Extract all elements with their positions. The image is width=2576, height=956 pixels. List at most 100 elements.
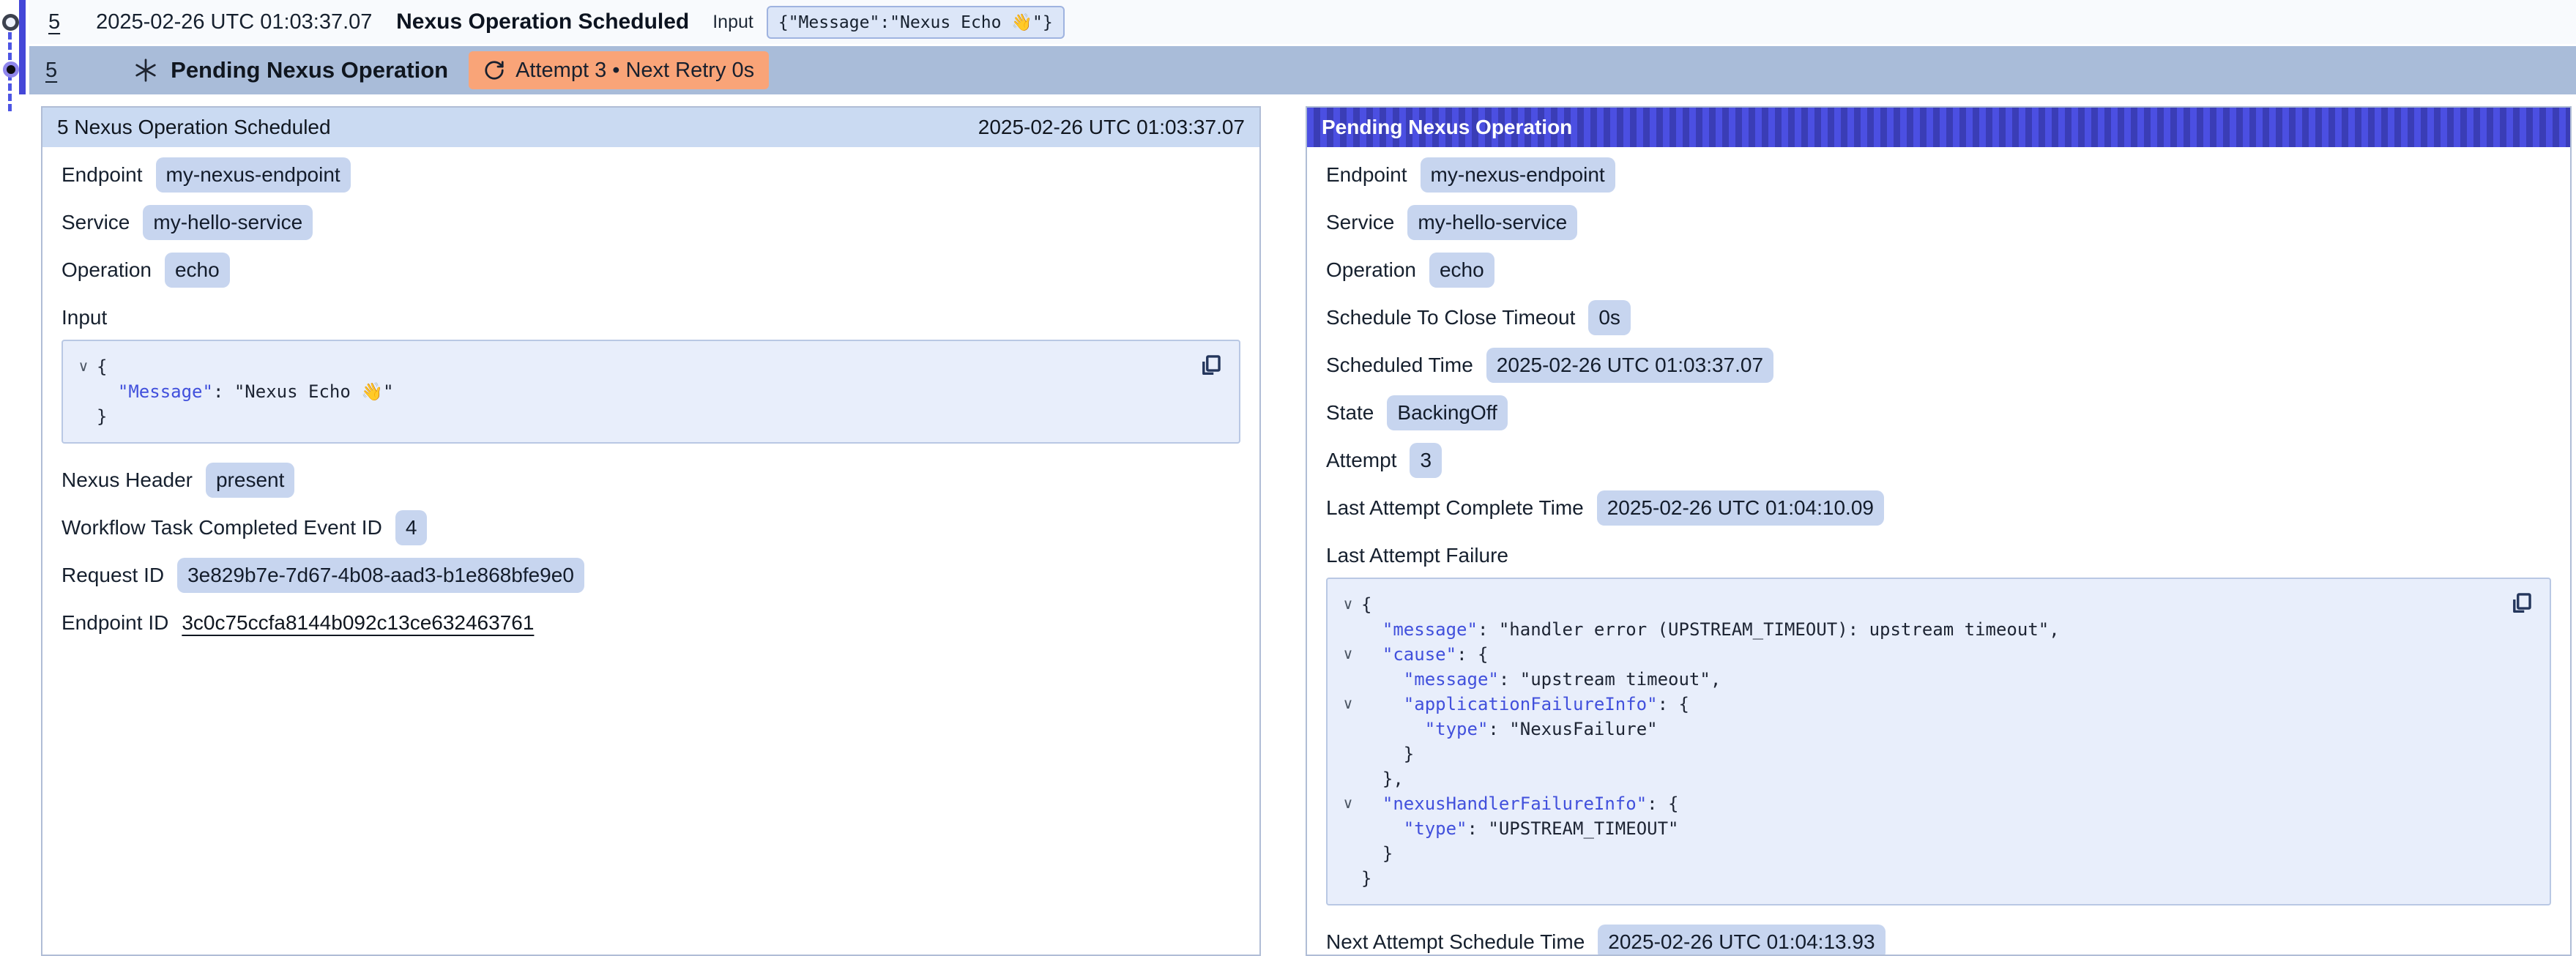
timeline-active-bar — [19, 0, 26, 94]
code-gutter — [1335, 816, 1361, 841]
code-gutter — [1335, 617, 1361, 642]
code-line-text: "type": "NexusFailure" — [1361, 717, 1658, 742]
code-gutter — [70, 379, 97, 404]
collapse-chevron-icon[interactable]: ∨ — [1335, 642, 1361, 667]
field-label: Operation — [62, 258, 152, 282]
endpoint-id-label: Endpoint ID — [62, 611, 168, 635]
event-fields-bottom: Nexus Header present Workflow Task Complet… — [62, 463, 1240, 593]
field-label: Operation — [1326, 258, 1416, 282]
code-line-text: { — [97, 354, 107, 379]
code-line: ∨ "applicationFailureInfo": { — [1335, 692, 2535, 717]
code-line-text: } — [1361, 742, 1414, 766]
pending-title: Pending Nexus Operation — [171, 57, 448, 83]
field-value-badge: present — [206, 463, 294, 498]
code-line-text: "message": "handler error (UPSTREAM_TIME… — [1361, 617, 2060, 642]
field-value-badge: 3 — [1410, 443, 1442, 478]
event-input-badge[interactable]: {"Message":"Nexus Echo 👋"} — [767, 6, 1065, 39]
field-row: Scheduled Time2025-02-26 UTC 01:03:37.07 — [1326, 348, 2551, 383]
field-row: Endpointmy-nexus-endpoint — [62, 157, 1240, 193]
pending-panel-body: Endpointmy-nexus-endpointServicemy-hello… — [1307, 147, 2570, 956]
field-row: Schedule To Close Timeout 0s — [1326, 300, 2551, 335]
pending-asterisk-icon — [133, 57, 159, 83]
field-value-badge: 4 — [395, 510, 428, 545]
code-line: } — [1335, 841, 2535, 866]
code-line-text: "Message": "Nexus Echo 👋" — [97, 379, 394, 404]
copy-icon[interactable] — [1198, 353, 1223, 378]
field-value-badge: echo — [1429, 253, 1494, 288]
copy-icon[interactable] — [2509, 591, 2534, 616]
endpoint-id-row: Endpoint ID 3c0c75ccfa8144b092c13ce63246… — [62, 605, 1240, 641]
field-row: Attempt3 — [1326, 443, 2551, 478]
input-code-lines: ∨{ "Message": "Nexus Echo 👋"} — [70, 354, 1224, 429]
code-gutter — [1335, 841, 1361, 866]
code-line-text: "applicationFailureInfo": { — [1361, 692, 1689, 717]
field-row: Service my-hello-service — [62, 205, 1240, 240]
pending-operation-panel: Pending Nexus Operation Endpointmy-nexus… — [1306, 106, 2572, 956]
code-gutter — [1335, 766, 1361, 791]
event-detail-panel: 5 Nexus Operation Scheduled 2025-02-26 U… — [41, 106, 1261, 956]
event-detail-header: 5 Nexus Operation Scheduled 2025-02-26 U… — [42, 108, 1259, 147]
timeline-pending-marker-icon — [3, 61, 19, 78]
field-value-badge: BackingOff — [1387, 395, 1507, 430]
field-label: Service — [1326, 211, 1394, 234]
endpoint-id-link[interactable]: 3c0c75ccfa8144b092c13ce632463761 — [182, 611, 534, 635]
field-label: Service — [62, 211, 130, 234]
code-line-text: } — [1361, 866, 1371, 891]
failure-code-block: ∨{ "message": "handler error (UPSTREAM_T… — [1326, 578, 2551, 905]
code-line: ∨ "cause": { — [1335, 642, 2535, 667]
field-value-badge: 0s — [1588, 300, 1631, 335]
field-row: Operationecho — [62, 253, 1240, 288]
code-gutter — [70, 404, 97, 429]
field-label: Last Attempt Complete Time — [1326, 496, 1584, 520]
code-line: }, — [1335, 766, 2535, 791]
retry-icon — [483, 59, 505, 81]
code-line: "type": "UPSTREAM_TIMEOUT" — [1335, 816, 2535, 841]
code-line: ∨ "nexusHandlerFailureInfo": { — [1335, 791, 2535, 816]
field-label: Schedule To Close Timeout — [1326, 306, 1575, 329]
input-section-label: Input — [62, 300, 1240, 335]
code-line: } — [1335, 742, 2535, 766]
code-line: "Message": "Nexus Echo 👋" — [70, 379, 1224, 404]
pending-panel-header-title: Pending Nexus Operation — [1322, 116, 1572, 139]
code-line-text: }, — [1361, 766, 1404, 791]
code-gutter — [1335, 717, 1361, 742]
field-value-badge: 3e829b7e-7d67-4b08-aad3-b1e868bfe9e0 — [177, 558, 584, 593]
field-row: Operation echo — [1326, 253, 2551, 288]
field-row: Nexus Header present — [62, 463, 1240, 498]
timeline-event-marker-icon — [2, 14, 19, 31]
code-line: ∨{ — [70, 354, 1224, 379]
workflow-event-detail-page: 5 2025-02-26 UTC 01:03:37.07 Nexus Opera… — [0, 0, 2576, 956]
field-label: Scheduled Time — [1326, 354, 1473, 377]
collapse-chevron-icon[interactable]: ∨ — [1335, 692, 1361, 717]
field-label: Endpoint — [1326, 163, 1407, 187]
code-line-text: "message": "upstream timeout", — [1361, 667, 1721, 692]
field-row: StateBackingOff — [1326, 395, 2551, 430]
detail-panels: 5 Nexus Operation Scheduled 2025-02-26 U… — [41, 106, 2572, 956]
event-id-link[interactable]: 5 — [48, 10, 60, 34]
retry-status-badge: Attempt 3 • Next Retry 0s — [469, 51, 769, 89]
event-title: Nexus Operation Scheduled — [396, 10, 689, 34]
event-detail-header-title: 5 Nexus Operation Scheduled — [57, 116, 331, 139]
field-label: Nexus Header — [62, 468, 193, 492]
code-line: "type": "NexusFailure" — [1335, 717, 2535, 742]
code-line: } — [1335, 866, 2535, 891]
failure-section-label: Last Attempt Failure — [1326, 538, 2551, 573]
collapse-chevron-icon[interactable]: ∨ — [1335, 592, 1361, 617]
collapse-chevron-icon[interactable]: ∨ — [70, 354, 97, 379]
field-row: Workflow Task Completed Event ID4 — [62, 510, 1240, 545]
pending-panel-header: Pending Nexus Operation — [1307, 108, 2570, 147]
event-fields-top: Endpointmy-nexus-endpoint Service my-hello… — [62, 157, 1240, 288]
next-attempt-value-badge: 2025-02-26 UTC 01:04:13.93 — [1598, 925, 1885, 956]
code-line: "message": "upstream timeout", — [1335, 667, 2535, 692]
event-summary-row[interactable]: 5 2025-02-26 UTC 01:03:37.07 Nexus Opera… — [29, 0, 2576, 44]
collapse-chevron-icon[interactable]: ∨ — [1335, 791, 1361, 816]
field-value-badge: my-hello-service — [143, 205, 313, 240]
pending-operation-row[interactable]: 5 Pending Nexus Operation Attempt 3 • Ne… — [29, 46, 2576, 94]
pending-id-link[interactable]: 5 — [45, 59, 57, 83]
field-row: Last Attempt Complete Time 2025-02-26 UTC… — [1326, 490, 2551, 526]
code-gutter — [1335, 742, 1361, 766]
field-value-badge: my-nexus-endpoint — [156, 157, 351, 193]
field-label: Request ID — [62, 564, 164, 587]
field-value-badge: 2025-02-26 UTC 01:04:10.09 — [1597, 490, 1884, 526]
code-line: } — [70, 404, 1224, 429]
